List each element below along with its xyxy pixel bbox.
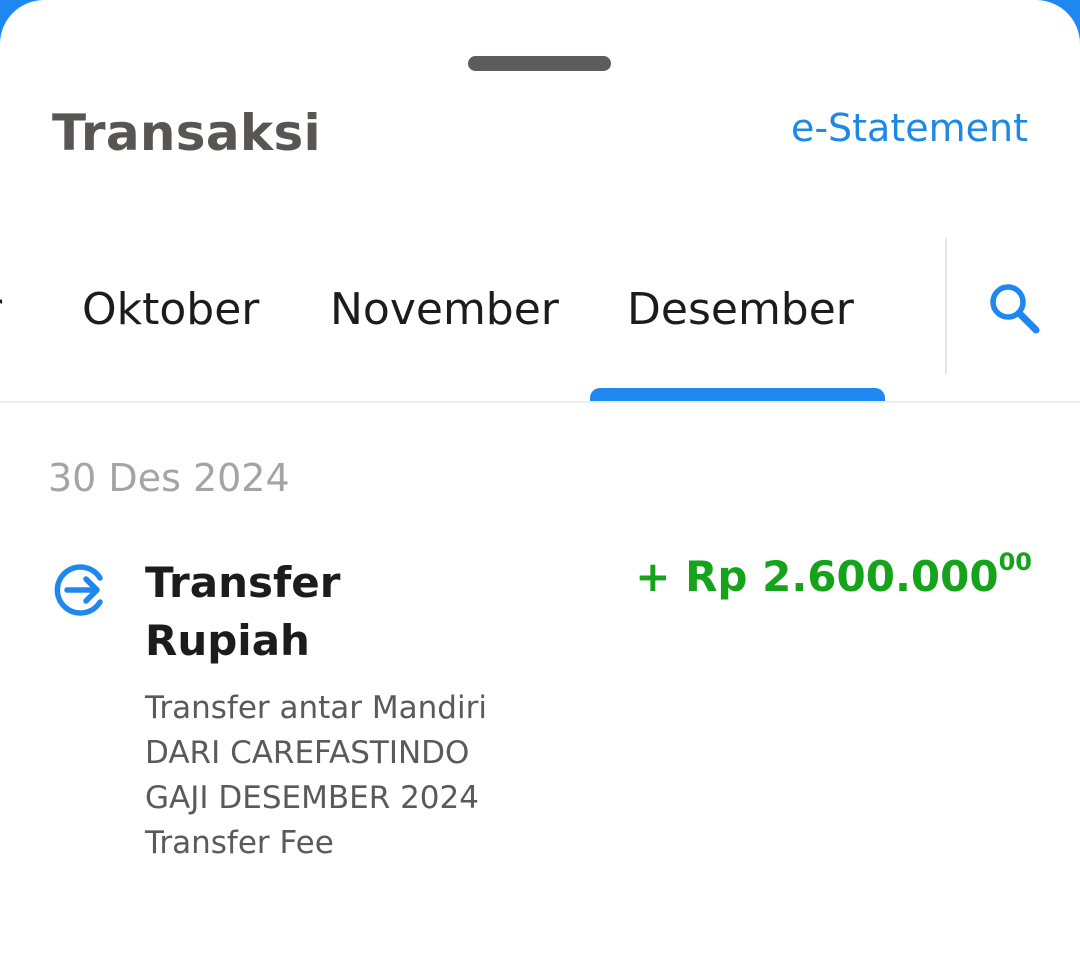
search-icon [990, 284, 1040, 334]
tab-partial-month[interactable]: r [0, 284, 2, 335]
drag-handle[interactable] [468, 56, 611, 71]
tab-oktober[interactable]: Oktober [82, 284, 259, 335]
description-line: Transfer Fee [145, 825, 334, 861]
description-line: DARI CAREFASTINDO [145, 735, 470, 771]
tab-november[interactable]: November [330, 284, 559, 335]
amount-main: + Rp 2.600.000 [635, 552, 999, 601]
transaction-row[interactable]: Transfer Rupiah Transfer antar Mandiri D… [0, 540, 1080, 880]
selected-tab-indicator [590, 388, 885, 402]
tab-divider [945, 238, 947, 374]
tab-desember[interactable]: Desember [627, 284, 854, 335]
transaction-sheet: Transaksi e-Statement r Oktober November… [0, 0, 1080, 959]
transaction-title: Transfer Rupiah [145, 558, 341, 665]
amount-cents: 00 [998, 548, 1032, 576]
transfer-in-icon [50, 558, 114, 622]
e-statement-link[interactable]: e-Statement [791, 106, 1028, 150]
header-divider [0, 401, 1080, 403]
description-line: GAJI DESEMBER 2024 [145, 780, 479, 816]
search-button[interactable] [984, 278, 1044, 338]
transaction-amount: + Rp 2.600.00000 [635, 548, 1032, 601]
transaction-description: Transfer antar Mandiri DARI CAREFASTINDO… [145, 686, 487, 866]
page-title: Transaksi [52, 104, 321, 162]
date-group-label: 30 Des 2024 [48, 456, 290, 500]
description-line: Transfer antar Mandiri [145, 690, 487, 726]
month-tabs: r Oktober November Desember [0, 232, 1080, 402]
